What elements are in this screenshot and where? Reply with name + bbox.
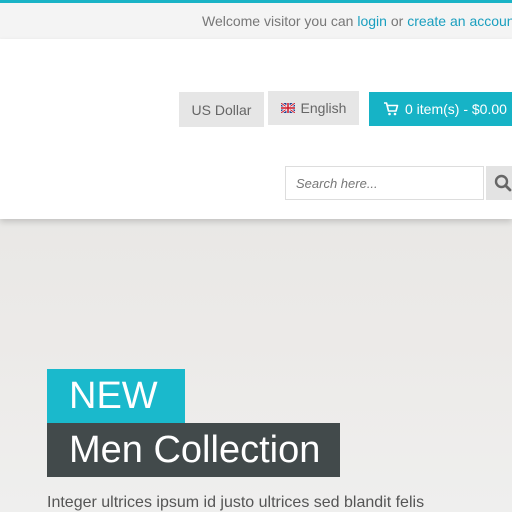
collection-title: Men Collection bbox=[47, 423, 340, 477]
currency-label: US Dollar bbox=[191, 101, 252, 118]
search-icon bbox=[494, 174, 512, 192]
language-selector[interactable]: English bbox=[268, 91, 359, 125]
cart-label: 0 item(s) - $0.00 bbox=[405, 101, 507, 117]
language-label: English bbox=[300, 100, 347, 116]
login-link[interactable]: login bbox=[357, 13, 387, 29]
header: US Dollar English 0 item(s) - $0.00 bbox=[0, 39, 512, 219]
uk-flag-icon bbox=[280, 103, 295, 113]
currency-selector[interactable]: US Dollar bbox=[179, 92, 264, 127]
new-badge: NEW bbox=[47, 369, 185, 423]
welcome-text: Welcome visitor you can bbox=[202, 13, 354, 29]
or-text: or bbox=[390, 13, 404, 29]
search-button[interactable] bbox=[486, 166, 512, 200]
hero-description: Integer ultrices ipsum id justo ultrices… bbox=[47, 494, 425, 511]
search-input[interactable] bbox=[285, 166, 484, 200]
create-account-link[interactable]: create an account bbox=[407, 13, 512, 29]
top-bar: Welcome visitor you can login or create … bbox=[0, 3, 512, 39]
cart-button[interactable]: 0 item(s) - $0.00 bbox=[369, 92, 512, 126]
hero-banner: NEW Men Collection Integer ultrices ipsu… bbox=[0, 219, 512, 512]
welcome-message: Welcome visitor you can login or create … bbox=[202, 13, 512, 29]
cart-icon bbox=[384, 102, 399, 116]
